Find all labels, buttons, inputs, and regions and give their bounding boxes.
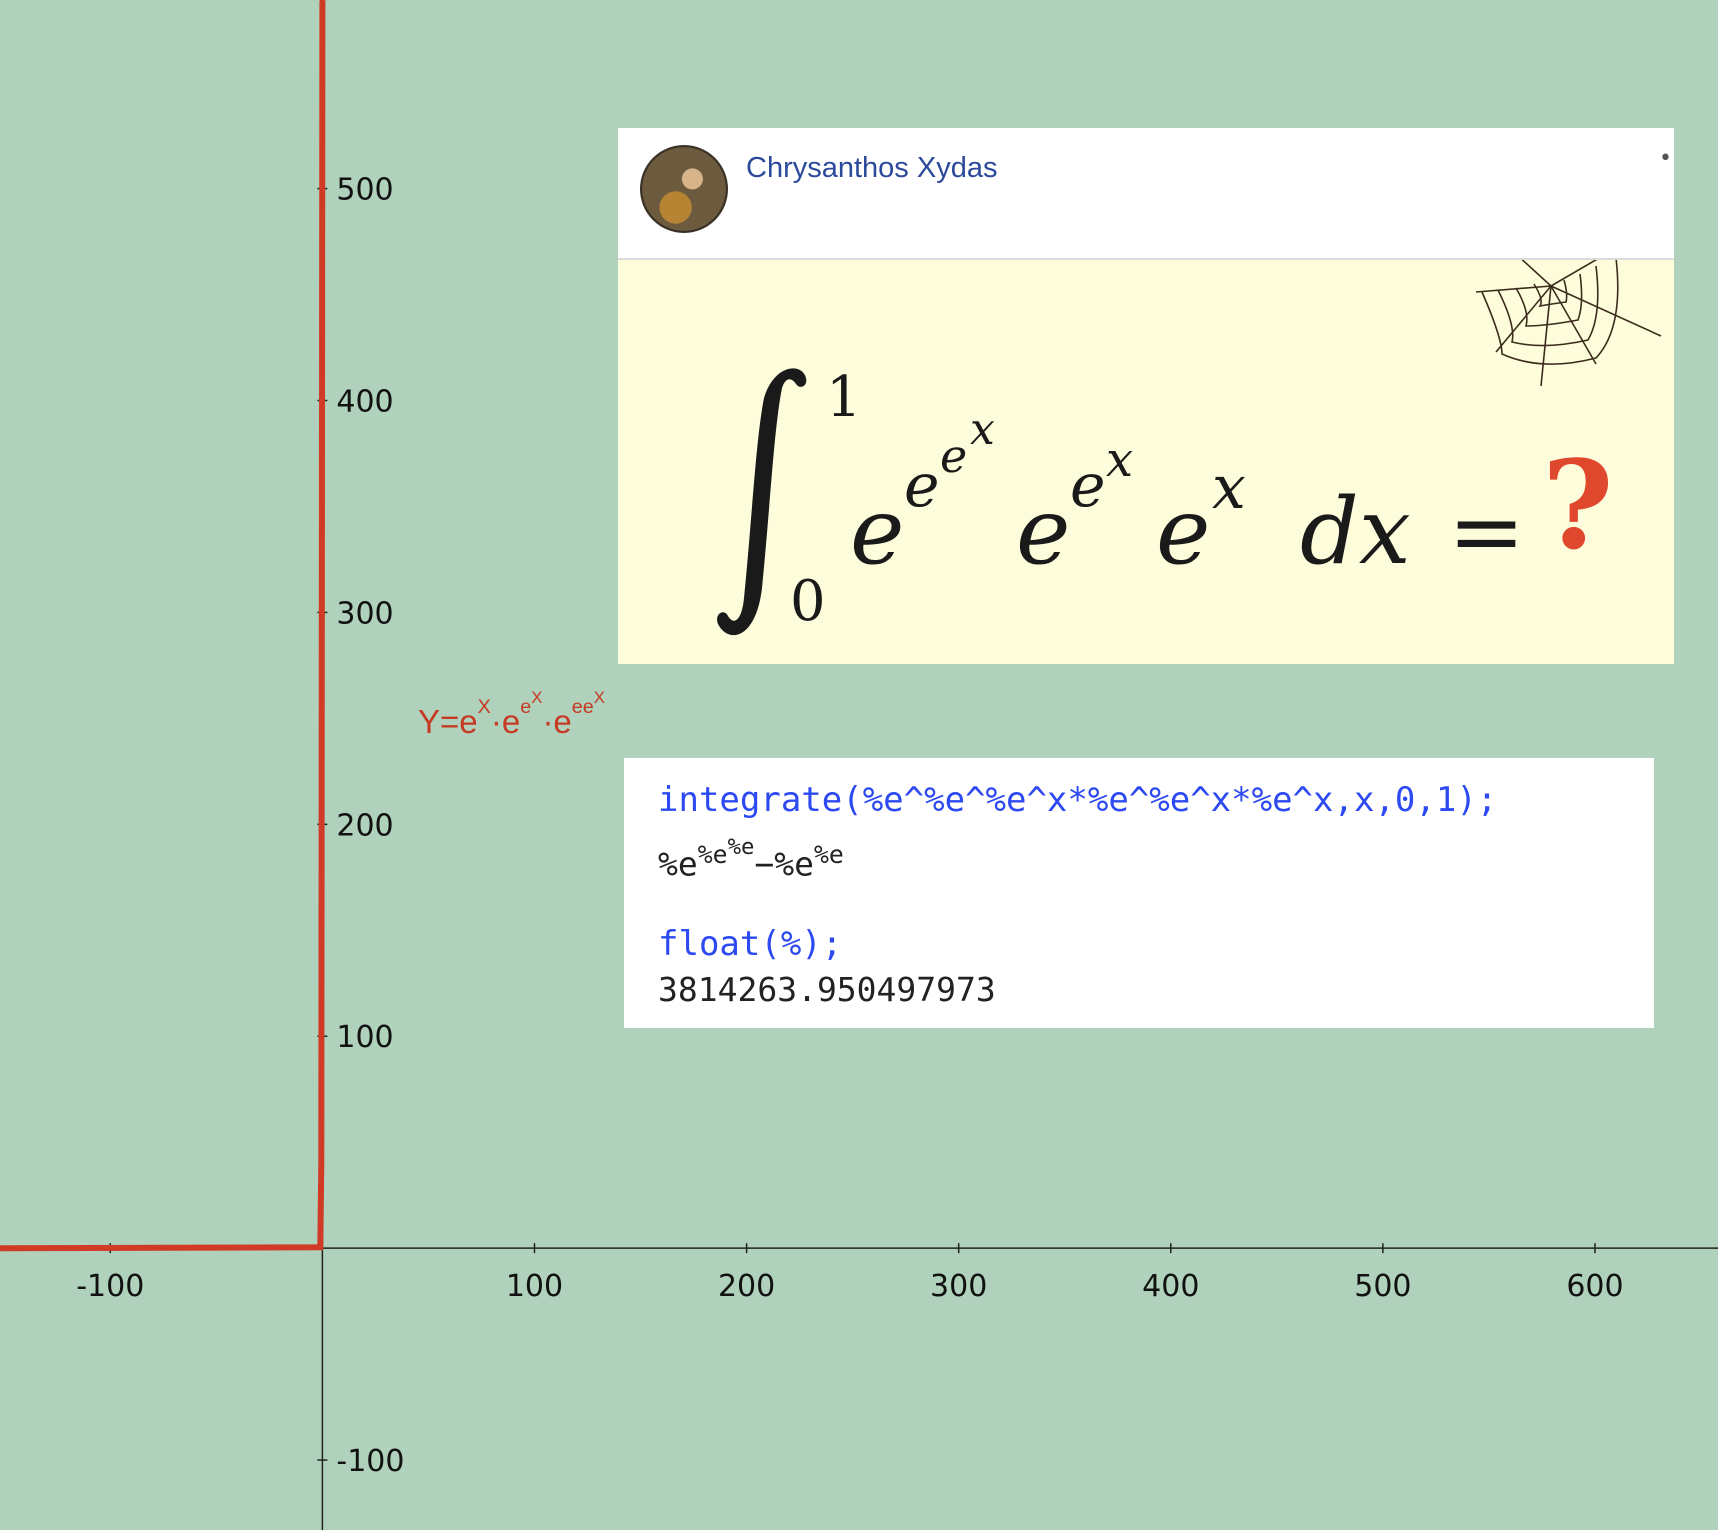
more-dots-icon[interactable]: • — [1659, 146, 1672, 171]
term2-exp2: x — [1106, 432, 1133, 488]
term2-base: e — [1016, 478, 1070, 585]
curve-label: Y=eX·eeX·eeeX — [418, 688, 605, 741]
x-tick-label: 200 — [718, 1269, 775, 1304]
term1-exp: e — [904, 451, 940, 521]
x-tick-label: 300 — [930, 1269, 987, 1304]
x-tick-label: -100 — [76, 1269, 144, 1304]
term3-exp: x — [1212, 453, 1246, 523]
curve-label-dot1: ·e — [490, 702, 521, 740]
out-base: %e — [658, 844, 698, 884]
x-tick-label: 400 — [1142, 1269, 1199, 1304]
post-author[interactable]: Chrysanthos Xydas — [746, 152, 997, 185]
x-tick-label: 500 — [1354, 1269, 1411, 1304]
term2-exp: e — [1070, 451, 1106, 521]
upper-limit: 1 — [826, 365, 862, 430]
equals: = — [1448, 478, 1525, 585]
curve-label-exp2-base: e — [520, 696, 532, 719]
maxima-input-integrate[interactable]: integrate(%e^%e^%e^x*%e^%e^x*%e^x,x,0,1)… — [658, 780, 1497, 820]
x-tick-label: 600 — [1566, 1269, 1623, 1304]
term3-base: e — [1156, 478, 1210, 585]
y-tick-label: 200 — [336, 808, 393, 843]
out-exp: %e — [697, 839, 728, 869]
curve-label-exp2-top: X — [531, 688, 543, 707]
dx: dx — [1300, 478, 1411, 585]
term1-base: e — [850, 478, 904, 585]
maxima-output-numeric: 3814263.950497973 — [658, 970, 996, 1009]
out-exp2: %e — [813, 839, 844, 869]
y-tick-label: 500 — [336, 173, 393, 208]
function-curve — [0, 0, 326, 1252]
y-tick-label: 400 — [336, 385, 393, 420]
social-post-card: Chrysanthos Xydas • 1 0 e e e x e e x e … — [618, 128, 1674, 664]
curve-label-exp3-top: X — [593, 688, 606, 707]
curve-label-dot2: ·e — [542, 702, 572, 740]
curve-label-exp1: X — [477, 696, 491, 719]
post-image: 1 0 e e e x e e x e x dx = ? — [618, 260, 1674, 664]
term1-exp3: x — [970, 404, 995, 455]
y-tick-label: 100 — [336, 1020, 393, 1055]
plot-series — [0, 0, 326, 1252]
question-mark: ? — [1542, 433, 1613, 577]
maxima-session: integrate(%e^%e^%e^x*%e^%e^x*%e^x,x,0,1)… — [624, 758, 1654, 1028]
lower-limit: 0 — [790, 569, 826, 634]
post-header: Chrysanthos Xydas • — [618, 128, 1674, 260]
curve-label-prefix: Y=e — [418, 702, 478, 740]
avatar[interactable] — [640, 145, 728, 233]
y-tick-label: -100 — [336, 1444, 404, 1479]
curve-label-exp3-base: ee — [571, 696, 594, 719]
y-tick-label: 300 — [336, 596, 393, 631]
maxima-input-float[interactable]: float(%); — [658, 924, 842, 964]
out-exp-top: %e — [727, 834, 755, 860]
x-tick-label: 100 — [506, 1269, 563, 1304]
integral-formula: 1 0 e e e x e e x e x dx = ? — [717, 365, 1613, 636]
maxima-output-symbolic: %e%e%e−%e%e — [658, 834, 844, 883]
term1-exp2: e — [940, 429, 967, 483]
out-minus: −%e — [754, 844, 814, 884]
